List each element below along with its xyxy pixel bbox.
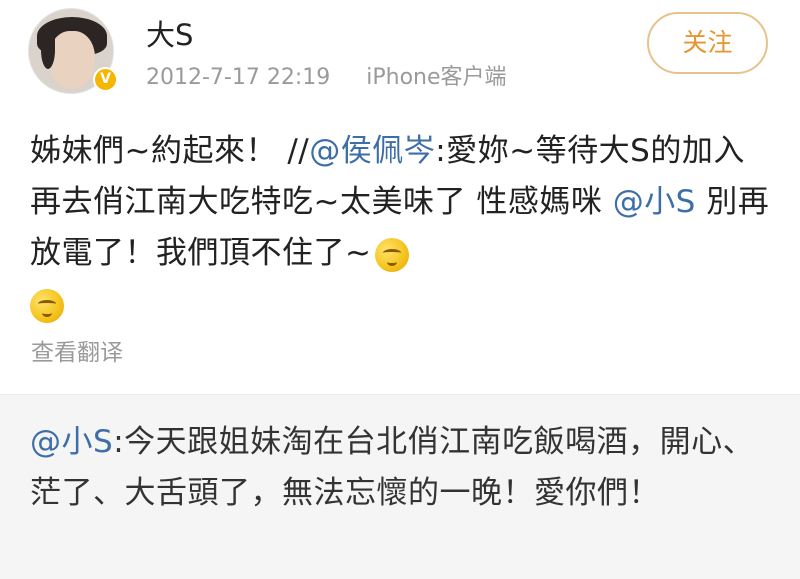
quoted-mention-link[interactable]: @小S: [30, 424, 113, 460]
post-text-segment: 姊妹們~約起來！ //: [30, 133, 310, 169]
timestamp: 2012-7-17 22:19: [146, 65, 331, 90]
translate-link[interactable]: 查看翻译: [31, 338, 123, 368]
quoted-post[interactable]: @小S:今天跟姐妹淘在台北俏江南吃飯喝酒，開心、茫了、大舌頭了，無法忘懷的一晚！…: [0, 394, 800, 579]
username[interactable]: 大S: [146, 17, 193, 53]
avatar-hair-side: [41, 31, 55, 69]
post-card: V 大S 2012-7-17 22:19 iPhone客户端 关注 姊妹們~約起…: [0, 0, 800, 394]
avatar-face: [49, 31, 95, 89]
weibo-post-page: V 大S 2012-7-17 22:19 iPhone客户端 关注 姊妹們~約起…: [0, 0, 800, 579]
quoted-body: :今天跟姐妹淘在台北俏江南吃飯喝酒，開心、茫了、大舌頭了，無法忘懷的一晚！愛你們…: [30, 424, 755, 511]
mention-link[interactable]: @侯佩岑: [309, 133, 435, 169]
post-source: iPhone客户端: [366, 65, 507, 90]
verified-badge-icon: V: [93, 67, 118, 92]
follow-button[interactable]: 关注: [647, 12, 768, 74]
quoted-text: @小S:今天跟姐妹淘在台北俏江南吃飯喝酒，開心、茫了、大舌頭了，無法忘懷的一晚！…: [30, 417, 778, 519]
post-text: 姊妹們~約起來！ //@侯佩岑:愛妳~等待大S的加入 再去俏江南大吃特吃~太美味…: [30, 126, 780, 330]
grinning-face-icon: [30, 288, 64, 323]
grinning-face-icon: [375, 237, 410, 272]
post-meta: 2012-7-17 22:19 iPhone客户端: [146, 64, 507, 92]
mention-link[interactable]: @小S: [613, 184, 696, 220]
